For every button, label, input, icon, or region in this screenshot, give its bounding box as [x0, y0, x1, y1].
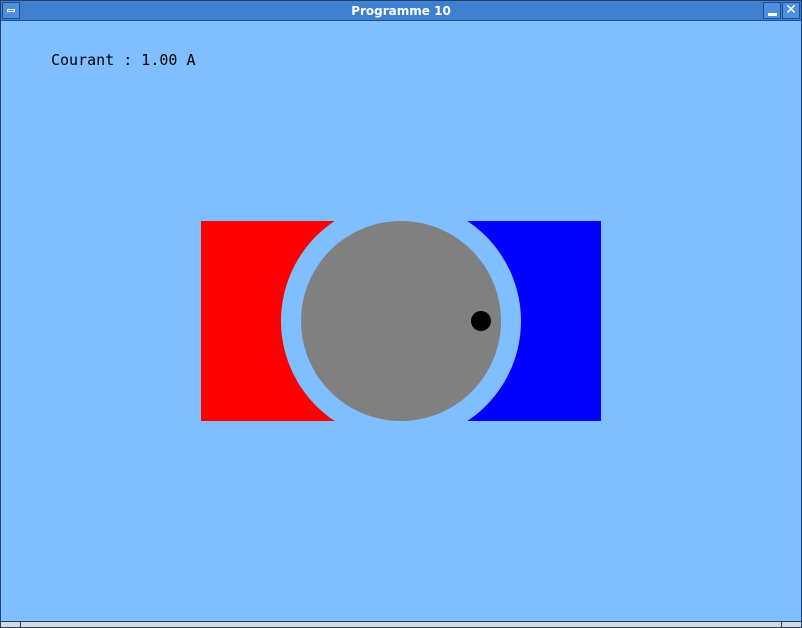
window-title: Programme 10: [351, 4, 451, 18]
rotor-marker: [471, 311, 491, 331]
app-window: Programme 10 ✕ Courant: 1.00 A: [0, 0, 802, 628]
motor-scene: [201, 221, 601, 421]
close-button[interactable]: ✕: [782, 2, 800, 19]
resize-notch-right: [781, 622, 782, 628]
title-bar[interactable]: Programme 10 ✕: [1, 1, 801, 21]
minimize-icon: [768, 13, 777, 16]
minimize-button[interactable]: [763, 2, 781, 19]
canvas-area: Courant : 1.00 A: [1, 21, 801, 621]
window-bottom-border: [1, 621, 801, 628]
resize-notch-left: [20, 622, 21, 628]
current-readout: Courant : 1.00 A: [51, 51, 196, 69]
close-icon: ✕: [785, 2, 797, 18]
